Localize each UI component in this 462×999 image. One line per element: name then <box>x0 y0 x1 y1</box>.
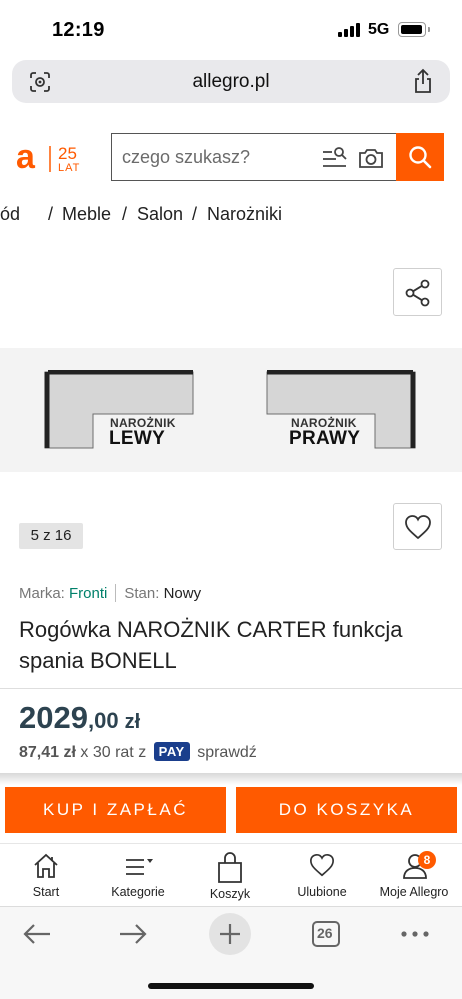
breadcrumb-separator: / <box>192 204 198 224</box>
camera-icon[interactable] <box>358 146 384 170</box>
search-icon <box>409 146 432 169</box>
buy-now-button[interactable]: KUP I ZAPŁAĆ <box>5 787 226 833</box>
nav-start[interactable]: Start <box>0 844 92 906</box>
corner-left-diagram: NAROŻNIK LEWY <box>43 369 195 450</box>
tabs-count: 26 <box>317 925 333 941</box>
breadcrumb: ód / Meble / Salon / Narożniki <box>0 204 462 228</box>
heart-icon <box>405 515 431 540</box>
back-arrow-icon[interactable] <box>22 921 52 947</box>
installments-info: 87,41 zł x 30 rat z PAY sprawdź <box>19 742 257 762</box>
status-bar: 12:19 5G <box>0 0 462 56</box>
new-tab-icon[interactable] <box>209 913 251 955</box>
basket-icon <box>218 852 242 883</box>
app-bottom-nav: Start Kategorie Koszyk Ulubione 8 Moje A… <box>0 843 462 905</box>
product-title: Rogówka NAROŻNIK CARTER funkcja spania B… <box>19 617 403 673</box>
signal-icon <box>338 23 362 37</box>
meta-divider <box>115 584 117 602</box>
state-value: Nowy <box>163 585 202 602</box>
tabs-button[interactable]: 26 <box>312 921 340 947</box>
logo-letter: a <box>16 140 36 176</box>
logo-lat: LAT <box>58 162 80 174</box>
share-button[interactable] <box>393 268 442 316</box>
nav-my-allegro[interactable]: 8 Moje Allegro <box>368 844 460 906</box>
search-button[interactable] <box>396 133 444 181</box>
price-currency: zł <box>124 711 141 733</box>
menu-icon <box>126 859 153 875</box>
nav-label: Start <box>32 885 60 899</box>
url-text[interactable]: allegro.pl <box>12 71 450 93</box>
allegro-logo[interactable]: a 25 LAT <box>16 140 96 176</box>
home-indicator <box>148 983 314 989</box>
brand-link[interactable]: Fronti <box>69 585 107 602</box>
nav-basket[interactable]: Koszyk <box>184 844 276 906</box>
add-to-cart-button[interactable]: DO KOSZYKA <box>236 787 457 833</box>
breadcrumb-item[interactable]: Narożniki <box>207 204 282 225</box>
corner-right-label-big: PRAWY <box>289 428 361 449</box>
price-decimal: ,00 <box>87 708 119 733</box>
network-type: 5G <box>368 21 390 38</box>
heart-icon <box>310 853 334 877</box>
breadcrumb-item[interactable]: ód <box>0 204 20 225</box>
nav-categories[interactable]: Kategorie <box>92 844 184 906</box>
breadcrumb-separator: / <box>122 204 128 224</box>
brand-label: Marka: <box>19 585 65 602</box>
price-integer: 2029 <box>19 700 88 735</box>
image-counter: 5 z 16 <box>19 523 83 549</box>
installment-text: x 30 rat z <box>80 744 147 761</box>
notification-badge: 8 <box>418 851 436 869</box>
search-box <box>111 133 396 181</box>
corner-right-diagram: NAROŻNIK PRAWY <box>265 369 417 450</box>
corner-left-label-big: LEWY <box>109 428 166 449</box>
state-label: Stan: <box>124 585 160 602</box>
battery-tip <box>428 27 430 32</box>
share-sheet-icon[interactable] <box>412 68 434 94</box>
breadcrumb-item[interactable]: Meble <box>62 204 111 225</box>
url-bar[interactable]: allegro.pl <box>12 60 450 103</box>
filter-list-icon[interactable] <box>322 146 348 170</box>
nav-label: Koszyk <box>209 887 251 901</box>
check-installments-link[interactable]: sprawdź <box>197 744 257 761</box>
divider <box>0 688 462 689</box>
forward-arrow-icon[interactable] <box>118 921 148 947</box>
breadcrumb-separator: / <box>48 204 54 224</box>
more-icon[interactable] <box>401 931 429 937</box>
status-time: 12:19 <box>52 19 105 41</box>
nav-label: Kategorie <box>111 885 165 899</box>
home-icon <box>34 853 58 878</box>
logo-years: 25 <box>58 144 77 163</box>
nav-favorites[interactable]: Ulubione <box>276 844 368 906</box>
price: 2029,00 zł <box>19 700 140 736</box>
add-to-favorites-button[interactable] <box>393 503 442 550</box>
breadcrumb-item[interactable]: Salon <box>137 204 183 225</box>
search-input[interactable] <box>122 147 312 168</box>
allegro-pay-badge: PAY <box>153 742 190 761</box>
nav-label: Ulubione <box>297 885 347 899</box>
product-image[interactable]: NAROŻNIK LEWY NAROŻNIK PRAWY <box>0 348 462 472</box>
share-icon <box>405 279 430 307</box>
product-meta: Marka: Fronti Stan: Nowy <box>19 584 459 604</box>
nav-label: Moje Allegro <box>379 885 449 899</box>
shadow-band <box>0 773 462 785</box>
installment-amount: 87,41 zł <box>19 744 76 761</box>
battery-icon <box>398 22 426 37</box>
